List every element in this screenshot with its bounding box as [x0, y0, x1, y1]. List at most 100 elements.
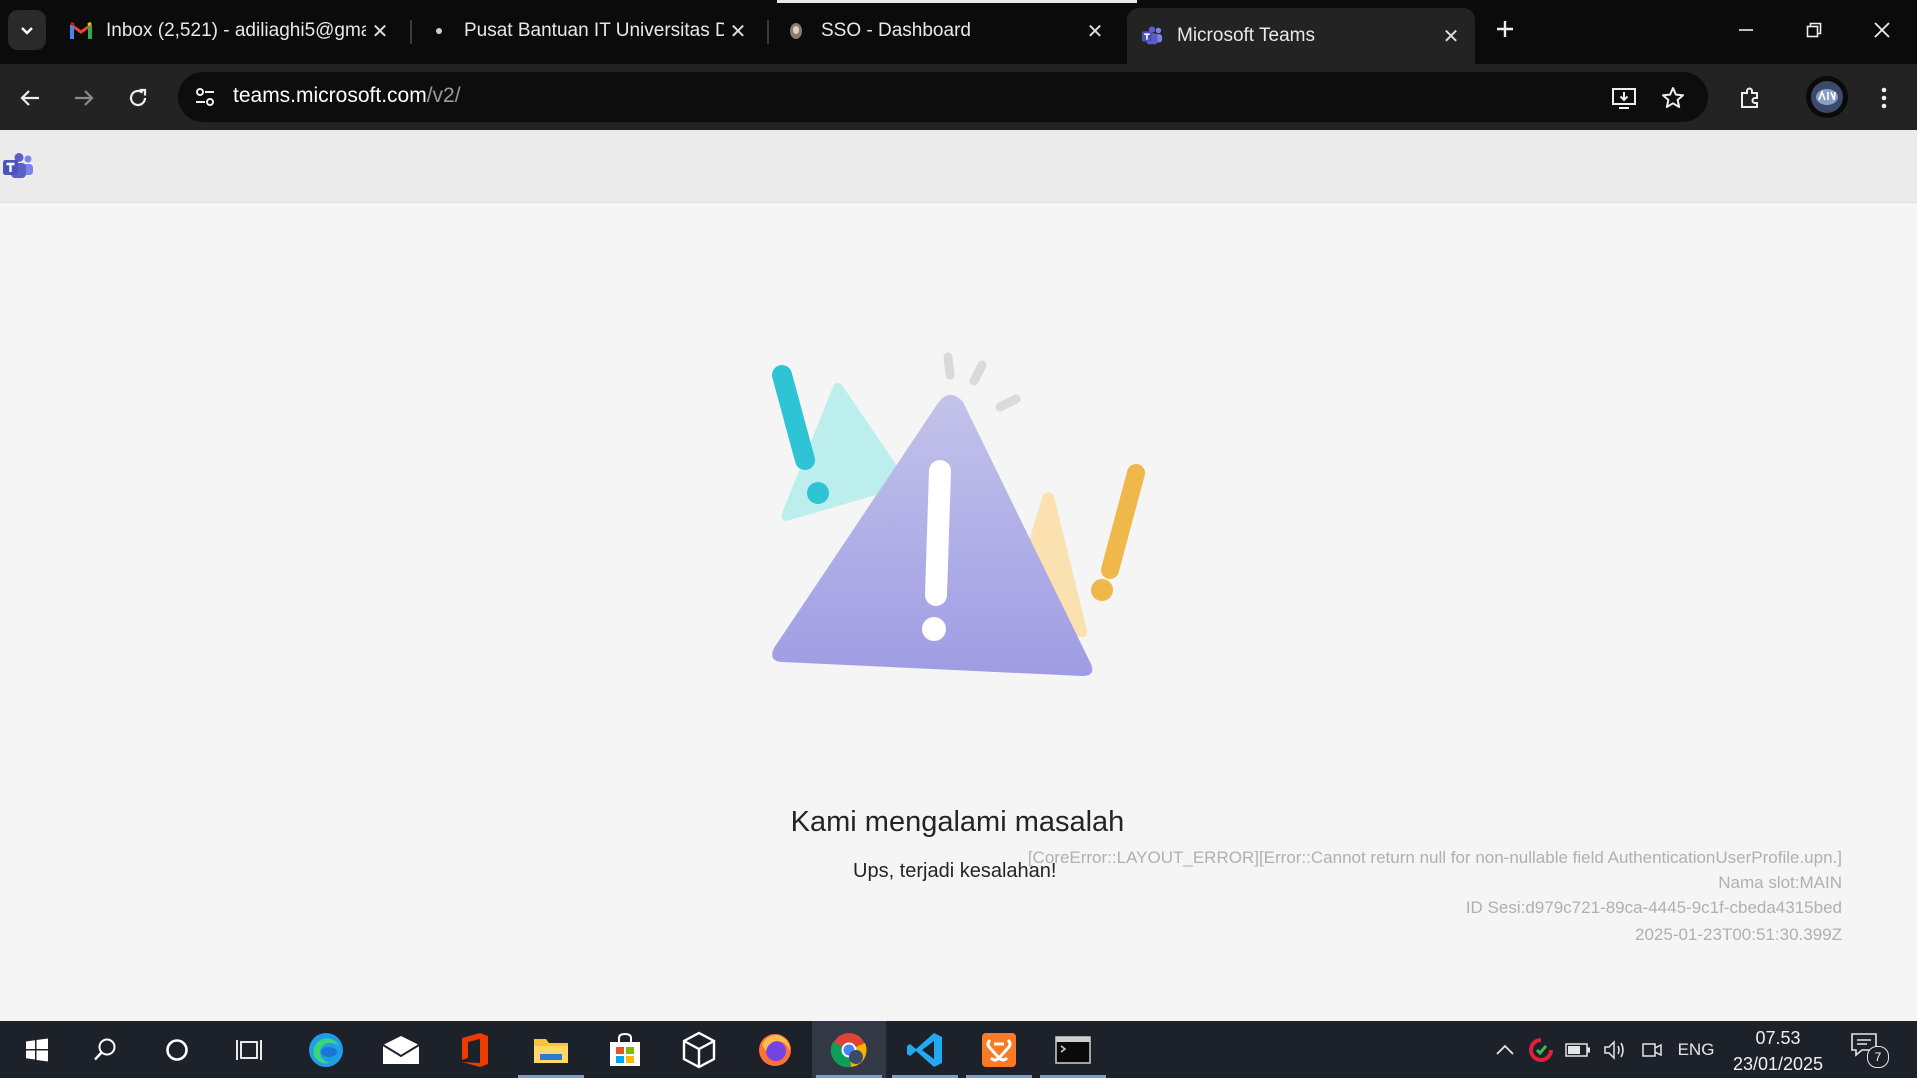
virtualbox-icon	[682, 1031, 716, 1068]
mail-icon	[382, 1035, 420, 1064]
teams-icon	[1141, 25, 1163, 47]
arrow-left-icon	[20, 90, 39, 106]
meet-now-button[interactable]	[1637, 1021, 1667, 1078]
taskbar-store[interactable]	[588, 1021, 662, 1078]
taskbar-virtualbox[interactable]	[662, 1021, 736, 1078]
taskbar-vscode[interactable]	[888, 1021, 962, 1078]
gmail-icon	[70, 20, 92, 42]
start-button[interactable]	[0, 1021, 74, 1078]
windows-taskbar: ENG 07.53 23/01/2025 7	[0, 1021, 1917, 1078]
tab-title: Inbox (2,521) - adiliaghi5@gma	[106, 20, 366, 41]
tune-icon	[196, 88, 214, 106]
bookmark-star-button[interactable]	[1659, 84, 1687, 112]
university-icon	[428, 20, 450, 42]
more-vert-icon	[1881, 87, 1887, 109]
error-detail-session-id: ID Sesi:d979c721-89ca-4445-9c1f-cbeda431…	[1465, 898, 1842, 917]
taskbar-chrome[interactable]	[812, 1021, 886, 1078]
terminal-icon	[1055, 1035, 1091, 1064]
edge-icon	[309, 1032, 343, 1067]
restore-button[interactable]	[1780, 0, 1848, 60]
tab-pusat-bantuan[interactable]: Pusat Bantuan IT Universitas Di ✕	[414, 10, 762, 52]
tab-separator	[767, 20, 769, 44]
search-button[interactable]	[68, 1021, 142, 1078]
volume-button[interactable]	[1600, 1021, 1630, 1078]
battery-icon	[1565, 1042, 1590, 1057]
show-hidden-icons-button[interactable]	[1490, 1021, 1520, 1078]
taskbar-firefox[interactable]	[738, 1021, 812, 1078]
task-view-icon	[236, 1039, 262, 1060]
tab-sso-dashboard[interactable]: SSO - Dashboard ✕	[771, 10, 1119, 52]
windows-logo-icon	[26, 1038, 48, 1061]
tab-title: SSO - Dashboard	[821, 20, 971, 41]
taskbar-xampp[interactable]	[962, 1021, 1036, 1078]
error-subtitle: Ups, terjadi kesalahan!	[853, 860, 1057, 882]
tray-app-icon[interactable]	[1526, 1021, 1556, 1078]
notification-count-badge: 7	[1867, 1046, 1889, 1068]
folder-icon	[534, 1038, 568, 1063]
vscode-icon	[907, 1032, 942, 1067]
chevron-down-icon	[21, 27, 33, 35]
taskbar-office[interactable]	[438, 1021, 512, 1078]
profile-avatar[interactable]	[1806, 76, 1848, 118]
browser-toolbar: teams.microsoft.com/v2/	[0, 64, 1917, 130]
plus-icon	[1497, 21, 1513, 37]
teams-logo-icon[interactable]	[2, 152, 34, 180]
action-center-button[interactable]: 7	[1850, 1031, 1890, 1071]
tab-search-button[interactable]	[8, 10, 46, 50]
battery-indicator[interactable]	[1563, 1021, 1593, 1078]
url-text: teams.microsoft.com/v2/	[233, 84, 461, 108]
forward-button[interactable]	[64, 78, 104, 118]
puzzle-icon	[1741, 87, 1758, 108]
close-icon	[1874, 22, 1890, 38]
browser-menu-button[interactable]	[1870, 78, 1898, 118]
error-detail-message: [CoreError::LAYOUT_ERROR][Error::Cannot …	[1027, 848, 1842, 867]
error-title: Kami mengalami masalah	[0, 806, 1917, 839]
close-window-button[interactable]	[1848, 0, 1916, 60]
task-view-button[interactable]	[212, 1021, 286, 1078]
error-diagnostics: [CoreError::LAYOUT_ERROR][Error::Cannot …	[1028, 845, 1842, 947]
extensions-button[interactable]	[1730, 78, 1770, 118]
close-icon[interactable]: ✕	[1081, 19, 1109, 44]
tab-gmail[interactable]: Inbox (2,521) - adiliaghi5@gma ✕	[56, 10, 404, 52]
cortana-icon	[166, 1038, 188, 1061]
cortana-button[interactable]	[140, 1021, 214, 1078]
close-icon[interactable]: ✕	[1437, 24, 1465, 49]
reload-button[interactable]	[118, 78, 158, 118]
taskbar-clock[interactable]: 07.53 23/01/2025	[1718, 1025, 1838, 1077]
error-detail-timestamp: 2025-01-23T00:51:30.399Z	[1635, 925, 1842, 944]
url-path: /v2/	[426, 84, 461, 107]
tab-loading-indicator	[777, 0, 1137, 3]
warning-illustration	[772, 352, 1145, 676]
tab-separator	[410, 20, 412, 44]
install-app-button[interactable]	[1610, 84, 1638, 112]
xampp-icon	[982, 1032, 1016, 1067]
new-tab-button[interactable]	[1487, 12, 1523, 48]
tab-title: Microsoft Teams	[1177, 25, 1315, 46]
close-icon[interactable]: ✕	[366, 19, 394, 44]
taskbar-terminal[interactable]	[1036, 1021, 1110, 1078]
install-icon	[1612, 88, 1636, 109]
address-bar[interactable]: teams.microsoft.com/v2/	[178, 72, 1708, 122]
taskbar-file-explorer[interactable]	[514, 1021, 588, 1078]
url-host: teams.microsoft.com	[233, 84, 427, 107]
tab-microsoft-teams[interactable]: Microsoft Teams ✕	[1127, 8, 1475, 64]
store-icon	[610, 1032, 640, 1066]
site-info-button[interactable]	[188, 80, 222, 114]
antivirus-icon	[1529, 1037, 1553, 1062]
error-detail-slot: Nama slot:MAIN	[1718, 873, 1842, 892]
input-language-indicator[interactable]: ENG	[1672, 1021, 1720, 1078]
clock-time: 07.53	[1755, 1028, 1801, 1048]
avatar-icon	[1811, 81, 1843, 113]
minimize-icon	[1739, 29, 1753, 31]
taskbar-mail[interactable]	[364, 1021, 438, 1078]
reload-icon	[129, 88, 147, 107]
back-button[interactable]	[10, 78, 50, 118]
taskbar-edge[interactable]	[289, 1021, 363, 1078]
speaker-icon	[1604, 1039, 1624, 1060]
tab-title: Pusat Bantuan IT Universitas Di	[464, 20, 724, 41]
minimize-button[interactable]	[1712, 0, 1780, 60]
close-icon[interactable]: ✕	[724, 19, 752, 44]
office-icon	[462, 1032, 488, 1067]
browser-tab-strip: Inbox (2,521) - adiliaghi5@gma ✕ Pusat B…	[0, 0, 1917, 64]
sso-icon	[785, 20, 807, 42]
